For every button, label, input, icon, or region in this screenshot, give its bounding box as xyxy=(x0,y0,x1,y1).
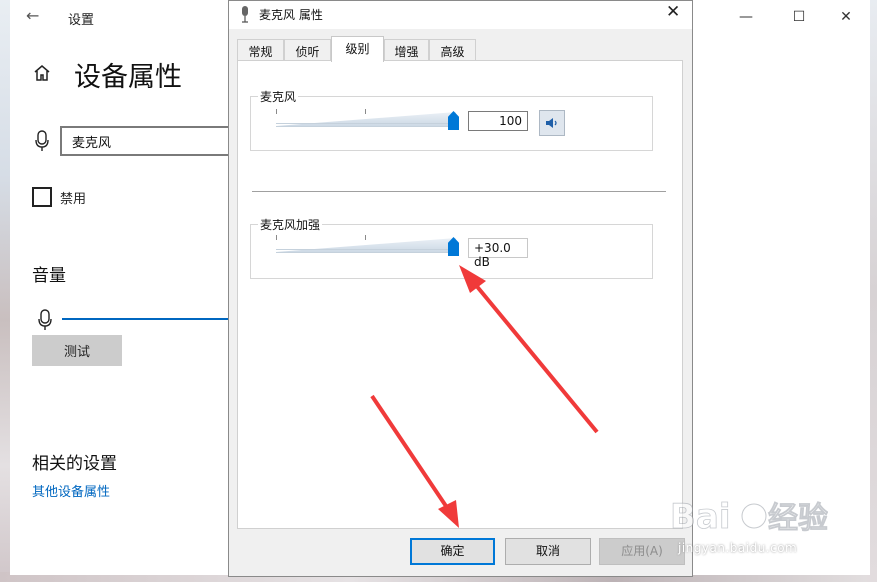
volume-heading: 音量 xyxy=(32,266,66,286)
slider-track-line xyxy=(276,123,456,124)
watermark-text: jingyan.baidu.com xyxy=(678,541,798,555)
device-name-field[interactable]: 麦克风 xyxy=(60,126,235,156)
svg-text:Bai: Bai xyxy=(670,497,731,537)
microphone-icon xyxy=(35,130,49,151)
cancel-button[interactable]: 取消 xyxy=(505,538,591,565)
microphone-boost-slider[interactable] xyxy=(276,235,459,256)
dialog-title: 麦克风 属性 xyxy=(259,8,323,22)
speaker-icon xyxy=(546,118,557,128)
slider-tick xyxy=(365,109,366,114)
volume-slider[interactable] xyxy=(62,318,232,320)
microphone-boost-group: 麦克风加强 +30.0 dB xyxy=(250,216,653,279)
group-divider xyxy=(252,191,666,192)
levels-panel: 麦克风 100 麦克风加强 +30.0 dB xyxy=(237,60,683,529)
microphone-group-label: 麦克风 xyxy=(258,88,299,105)
svg-text:经验: 经验 xyxy=(768,501,828,536)
disable-checkbox[interactable] xyxy=(32,187,52,207)
dialog-titlebar: 麦克风 属性 ✕ xyxy=(229,1,692,29)
ok-button[interactable]: 确定 xyxy=(410,538,495,565)
home-icon[interactable] xyxy=(32,63,52,83)
slider-track-line xyxy=(276,126,456,127)
microphone-properties-dialog: 麦克风 属性 ✕ 常规 侦听 级别 增强 高级 麦克风 100 麦克风加强 +3… xyxy=(228,0,693,577)
microphone-level-group: 麦克风 100 xyxy=(250,88,653,151)
settings-window: ← 设置 设备属性 麦克风 禁用 音量 测试 相关的设置 其他设备属性 xyxy=(10,0,235,575)
volume-microphone-icon xyxy=(38,309,52,330)
slider-tick xyxy=(276,235,277,240)
tab-enhancements[interactable]: 增强 xyxy=(384,39,429,61)
boost-group-label: 麦克风加强 xyxy=(258,216,323,233)
microphone-level-slider[interactable] xyxy=(276,109,459,130)
page-title: 设备属性 xyxy=(74,62,182,93)
other-device-properties-link[interactable]: 其他设备属性 xyxy=(32,481,110,500)
slider-track-line xyxy=(276,249,456,250)
speaker-mute-button[interactable] xyxy=(539,110,565,136)
back-arrow-icon[interactable]: ← xyxy=(26,6,39,25)
maximize-button[interactable]: ☐ xyxy=(787,6,811,28)
related-settings-heading: 相关的设置 xyxy=(32,454,117,474)
tab-general[interactable]: 常规 xyxy=(237,39,284,61)
slider-tick xyxy=(276,109,277,114)
microphone-level-value[interactable]: 100 xyxy=(468,111,528,131)
tab-levels[interactable]: 级别 xyxy=(331,36,384,62)
slider-tick xyxy=(365,235,366,240)
boost-value: +30.0 dB xyxy=(468,238,528,269)
tab-listen[interactable]: 侦听 xyxy=(284,39,331,61)
slider-track-line xyxy=(276,252,456,253)
tab-advanced[interactable]: 高级 xyxy=(429,39,476,61)
settings-title: 设置 xyxy=(68,13,95,28)
minimize-button[interactable]: — xyxy=(734,6,758,28)
dialog-microphone-icon xyxy=(242,6,248,23)
disable-label: 禁用 xyxy=(60,192,87,207)
test-button[interactable]: 测试 xyxy=(32,335,122,366)
close-button[interactable]: ✕ xyxy=(834,6,858,28)
dialog-close-icon[interactable]: ✕ xyxy=(666,2,680,22)
